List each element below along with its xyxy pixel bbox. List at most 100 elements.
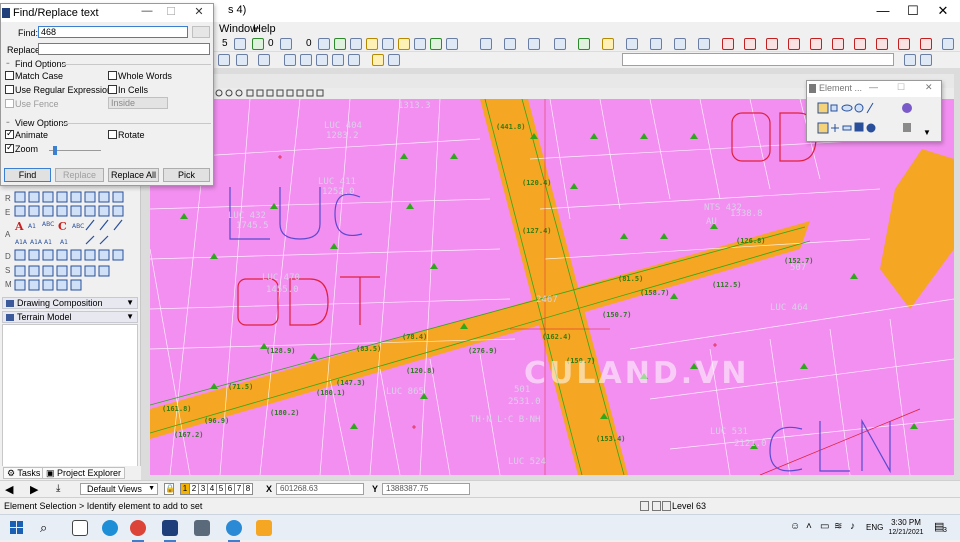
whole-words-checkbox[interactable] xyxy=(108,71,117,80)
collapse-icon[interactable]: − xyxy=(6,120,10,126)
cad-drawing-view[interactable]: 1313.3 LUC 404 1283.2 LUC 411 1252.0 LUC… xyxy=(150,99,954,475)
line-style-value[interactable]: 0 xyxy=(268,38,274,49)
tool-icon[interactable] xyxy=(236,54,248,66)
tool-icon[interactable] xyxy=(388,54,400,66)
element-selection-titlebar[interactable]: Element ... — ☐ ✕ xyxy=(807,81,941,97)
forward-icon[interactable]: ▶ xyxy=(30,483,38,496)
tool-icon[interactable] xyxy=(602,38,614,50)
line-weight-value[interactable]: 0 xyxy=(306,38,312,49)
match-case-checkbox[interactable] xyxy=(5,71,14,80)
lock-icon[interactable] xyxy=(652,501,661,511)
orange-app-icon[interactable] xyxy=(256,520,272,536)
tool-icon[interactable] xyxy=(446,38,458,50)
network-icon[interactable]: ▭ xyxy=(820,521,829,532)
attributes-icon[interactable] xyxy=(334,38,346,50)
tool-icon[interactable] xyxy=(920,38,932,50)
find-input[interactable]: 468 xyxy=(38,26,188,38)
tool-icon[interactable] xyxy=(554,38,566,50)
tool-icon[interactable] xyxy=(382,38,394,50)
calculator-icon[interactable] xyxy=(194,520,210,536)
task-view-icon[interactable] xyxy=(72,520,88,536)
info-icon[interactable] xyxy=(674,38,686,50)
tab-project-explorer[interactable]: ▣ Project Explorer xyxy=(42,467,126,479)
menu-help[interactable]: Help xyxy=(253,23,276,35)
wifi-icon[interactable]: ≋ xyxy=(834,521,842,532)
tool-icon[interactable] xyxy=(480,38,492,50)
x-coordinate-field[interactable]: 601268.63 xyxy=(276,483,364,495)
selection-mode-tools[interactable]: ▼ xyxy=(817,101,937,139)
volume-icon[interactable]: ♪ xyxy=(850,521,855,532)
chat-app-icon[interactable] xyxy=(226,520,242,542)
tool-icon[interactable] xyxy=(350,38,362,50)
replace-button[interactable]: Replace xyxy=(55,168,104,182)
chevron-up-icon[interactable]: ˄ xyxy=(806,521,812,532)
tool-icon[interactable] xyxy=(366,38,378,50)
edge-browser-icon[interactable] xyxy=(102,520,118,536)
tab-tasks[interactable]: ⚙ Tasks xyxy=(3,467,45,479)
maximize-icon[interactable]: ☐ xyxy=(897,82,905,93)
select-arrow-icon[interactable] xyxy=(372,54,384,66)
search-icon[interactable]: ⌕ xyxy=(40,520,47,536)
tool-icon[interactable] xyxy=(578,38,590,50)
maximize-icon[interactable]: ☐ xyxy=(163,5,179,18)
level-icon[interactable] xyxy=(234,38,246,50)
views-dropdown-icon[interactable]: ⤓ xyxy=(56,483,60,494)
zoom-checkbox[interactable] xyxy=(5,142,14,153)
tool-icon[interactable] xyxy=(788,38,800,50)
regex-checkbox[interactable] xyxy=(5,85,14,94)
microstation-icon[interactable] xyxy=(162,520,178,542)
windows-start-icon[interactable] xyxy=(10,521,24,535)
rotate-checkbox[interactable] xyxy=(108,130,117,139)
use-fence-checkbox[interactable] xyxy=(5,99,14,108)
tool-icon[interactable] xyxy=(722,38,734,50)
tool-icon[interactable] xyxy=(348,54,360,66)
tool-icon[interactable] xyxy=(698,38,710,50)
close-icon[interactable]: ✕ xyxy=(925,82,933,93)
view-control-icons[interactable] xyxy=(214,88,334,99)
replace-all-button[interactable]: Replace All xyxy=(108,168,159,182)
zoom-slider-thumb[interactable] xyxy=(53,146,57,155)
tool-icon[interactable] xyxy=(626,38,638,50)
tool-icon[interactable] xyxy=(650,38,662,50)
y-coordinate-field[interactable]: 1388387.75 xyxy=(382,483,470,495)
chrome-browser-icon[interactable] xyxy=(130,520,146,542)
command-combo[interactable] xyxy=(622,53,894,66)
tool-icon[interactable] xyxy=(904,54,916,66)
tool-icon[interactable] xyxy=(854,38,866,50)
active-level[interactable]: Level 63 xyxy=(672,501,706,511)
tool-icon[interactable] xyxy=(398,38,410,50)
views-select[interactable]: Default Views ▼ xyxy=(80,483,158,495)
tool-icon[interactable] xyxy=(766,38,778,50)
collapse-icon[interactable]: − xyxy=(6,61,10,67)
tool-icon[interactable] xyxy=(528,38,540,50)
close-button[interactable]: ✕ xyxy=(928,0,958,22)
tool-icon[interactable] xyxy=(218,54,230,66)
tool-icon[interactable] xyxy=(942,38,954,50)
tool-icon[interactable] xyxy=(284,54,296,66)
active-level-value[interactable]: 5 xyxy=(222,38,228,49)
tool-icon[interactable] xyxy=(920,54,932,66)
color-icon[interactable] xyxy=(252,38,264,50)
minimize-icon[interactable]: — xyxy=(139,5,155,17)
close-icon[interactable]: ✕ xyxy=(191,5,207,18)
in-cells-checkbox[interactable] xyxy=(108,85,117,94)
tool-icon[interactable] xyxy=(504,38,516,50)
lock-icon[interactable]: 🔒 xyxy=(164,483,175,495)
tool-icon[interactable] xyxy=(316,54,328,66)
tool-icon[interactable] xyxy=(898,38,910,50)
find-history-button[interactable] xyxy=(192,26,210,38)
minimize-icon[interactable]: — xyxy=(869,82,878,92)
drawing-composition-header[interactable]: Drawing Composition ▼ xyxy=(2,297,138,309)
tool-icon[interactable] xyxy=(810,38,822,50)
tool-icon[interactable] xyxy=(332,54,344,66)
tool-icon[interactable] xyxy=(300,54,312,66)
save-icon[interactable] xyxy=(662,501,671,511)
fence-mode-select[interactable]: Inside xyxy=(108,97,168,109)
animate-checkbox[interactable] xyxy=(5,128,14,139)
status-icon[interactable] xyxy=(640,501,649,511)
tool-icon[interactable] xyxy=(414,38,426,50)
pick-button[interactable]: Pick xyxy=(163,168,210,182)
clock-date[interactable]: 12/21/2021 xyxy=(884,529,928,536)
view-button-8[interactable]: 8 xyxy=(243,483,253,495)
clock-time[interactable]: 3:30 PM xyxy=(888,518,924,527)
